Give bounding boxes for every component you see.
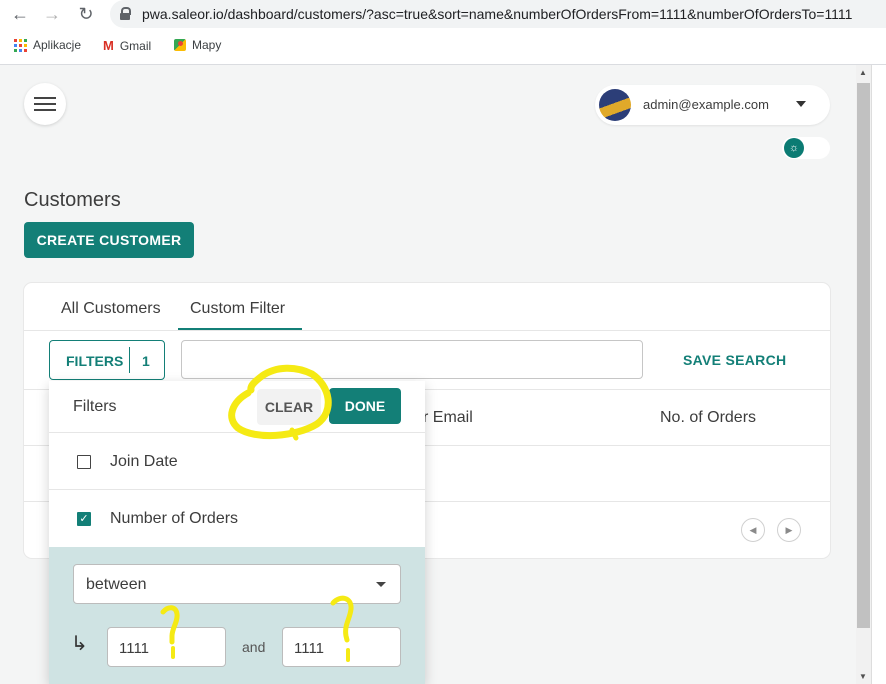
filters-count: 1 <box>142 353 150 369</box>
orders-from-input[interactable]: 1111 <box>107 627 226 667</box>
scrollbar[interactable]: ▲ ▼ <box>856 65 871 684</box>
save-search-button[interactable]: SAVE SEARCH <box>683 352 786 368</box>
divider <box>24 330 830 331</box>
search-input[interactable] <box>181 340 643 379</box>
apps-icon <box>14 38 27 52</box>
bookmark-gmail[interactable]: M Gmail <box>103 38 151 53</box>
check-icon: ✓ <box>79 513 89 525</box>
address-bar[interactable]: pwa.saleor.io/dashboard/customers/?asc=t… <box>110 0 886 28</box>
avatar <box>599 89 631 121</box>
theme-toggle[interactable]: ☼ <box>782 137 830 159</box>
forward-icon[interactable]: → <box>42 4 62 24</box>
bookmark-label: Mapy <box>192 38 222 52</box>
column-header-email[interactable]: r Email <box>423 409 473 427</box>
bookmark-apps[interactable]: Aplikacje <box>14 38 81 52</box>
reload-icon[interactable]: ↻ <box>76 4 96 24</box>
scroll-up-icon[interactable]: ▲ <box>859 68 867 77</box>
tab-custom-filter[interactable]: Custom Filter <box>190 300 285 318</box>
filters-label: FILTERS <box>66 353 124 369</box>
maps-icon <box>174 39 186 51</box>
bookmark-label: Aplikacje <box>33 38 82 52</box>
and-label: and <box>242 639 266 655</box>
bookmarks-bar: Aplikacje M Gmail Mapy <box>0 28 886 65</box>
condition-select[interactable]: between <box>73 564 401 604</box>
bookmark-label: Gmail <box>119 38 152 53</box>
done-button[interactable]: DONE <box>329 388 401 424</box>
create-customer-button[interactable]: CREATE CUSTOMER <box>24 222 194 258</box>
sun-icon: ☼ <box>784 138 804 158</box>
divider <box>49 489 425 490</box>
scroll-down-icon[interactable]: ▼ <box>859 672 867 681</box>
column-header-orders[interactable]: No. of Orders <box>660 409 756 427</box>
corner-arrow-icon: ↳ <box>71 633 88 655</box>
prev-page-icon[interactable]: ◀ <box>741 518 765 542</box>
next-page-icon[interactable]: ▶ <box>777 518 801 542</box>
chevron-down-icon <box>376 582 386 587</box>
orders-to-value: 1111 <box>294 640 325 657</box>
clear-button[interactable]: CLEAR <box>257 389 321 425</box>
user-email: admin@example.com <box>643 97 769 112</box>
hamburger-icon <box>34 97 56 99</box>
scroll-thumb[interactable] <box>857 83 870 628</box>
orders-from-value: 1111 <box>119 640 150 657</box>
orders-to-input[interactable]: 1111 <box>282 627 401 667</box>
tab-all-customers[interactable]: All Customers <box>61 300 161 318</box>
filters-title: Filters <box>73 398 117 415</box>
lock-icon <box>120 7 131 20</box>
user-menu[interactable]: admin@example.com <box>595 85 830 125</box>
filter-popover: Filters CLEAR DONE Join Date ✓ Number of… <box>49 381 425 684</box>
url-text: pwa.saleor.io/dashboard/customers/?asc=t… <box>142 6 853 22</box>
join-date-checkbox[interactable] <box>77 455 91 469</box>
back-icon[interactable]: ← <box>10 4 30 24</box>
condition-value: between <box>86 576 147 593</box>
menu-button[interactable] <box>24 83 66 125</box>
filters-button[interactable]: FILTERS 1 <box>49 340 165 380</box>
bookmark-maps[interactable]: Mapy <box>174 38 221 52</box>
page-title: Customers <box>24 189 121 211</box>
chevron-down-icon <box>796 101 806 107</box>
filter-condition-panel: between ↳ 1111 and 1111 <box>49 547 425 684</box>
browser-toolbar: ← → ↻ pwa.saleor.io/dashboard/customers/… <box>0 0 886 28</box>
divider <box>49 432 425 433</box>
number-of-orders-label[interactable]: Number of Orders <box>110 510 238 528</box>
devtools-panel-edge <box>871 65 886 684</box>
gmail-icon: M <box>103 38 114 53</box>
number-of-orders-checkbox[interactable]: ✓ <box>77 512 91 526</box>
join-date-label[interactable]: Join Date <box>110 453 178 471</box>
